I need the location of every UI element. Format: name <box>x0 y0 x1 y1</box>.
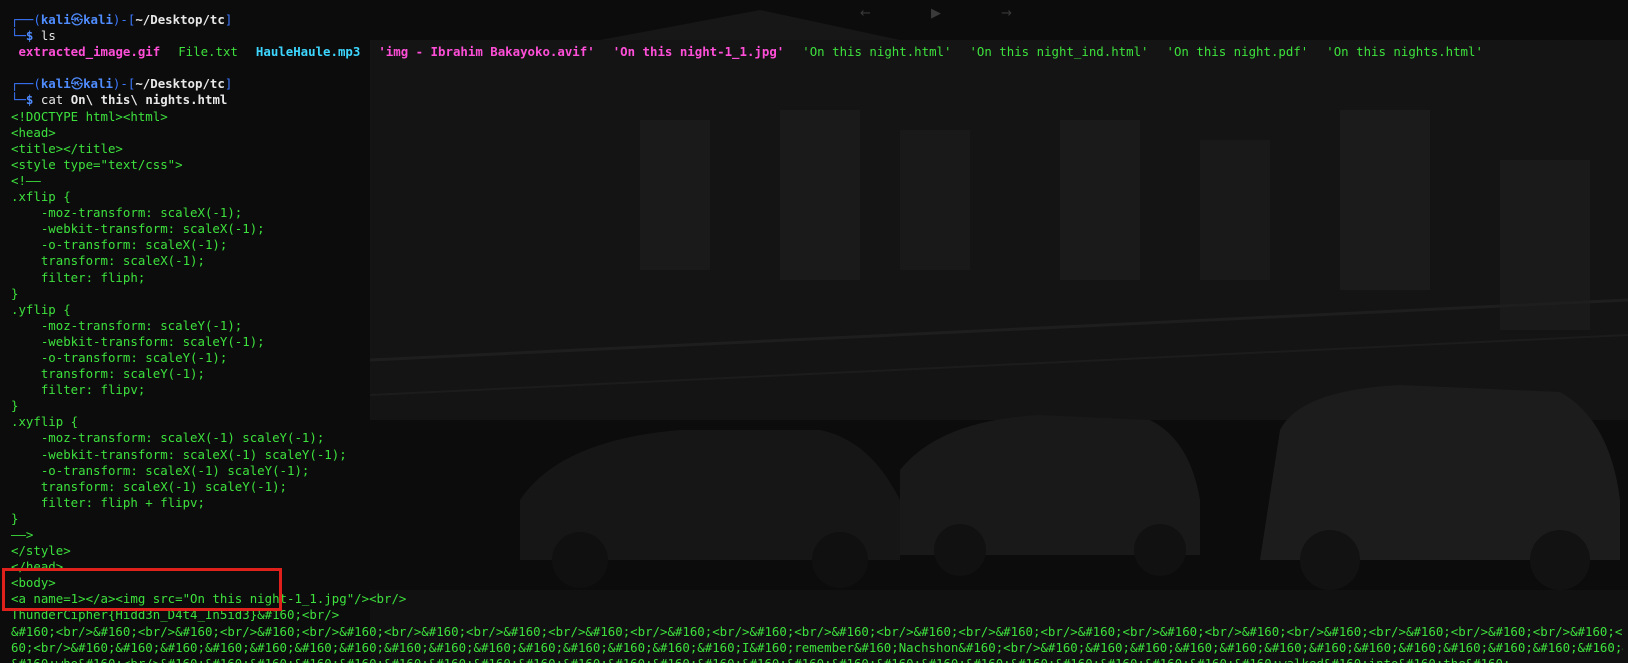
output-line: </head> <box>11 559 64 575</box>
output-line: } <box>11 285 19 301</box>
output-line: transform: scaleY(-1); <box>11 366 205 382</box>
output-line: -o-transform: scaleX(-1) scaleY(-1); <box>11 462 310 478</box>
output-line: &#160;<br/>&#160;<br/>&#160;<br/>&#160;<… <box>11 623 1623 639</box>
output-line: -webkit-transform: scaleY(-1); <box>11 333 265 349</box>
terminal-window[interactable]: ← ▶ → ┌──(kali㉿kali)-[~/Desktop/tc] └─$ … <box>0 0 1628 663</box>
command-line-ls: └─$ ls <box>11 28 56 44</box>
output-line: -webkit-transform: scaleX(-1) scaleY(-1)… <box>11 446 347 462</box>
output-line: <style type="text/css"> <box>11 156 183 172</box>
output-line: <!DOCTYPE html><html> <box>11 108 168 124</box>
file-entry: 'On this night.html' <box>802 44 952 60</box>
file-entry: 'On this night-1_1.jpg' <box>612 44 785 60</box>
command-text: cat <box>40 92 64 108</box>
output-line: <head> <box>11 124 56 140</box>
command-line-cat: └─$ cat On\ this\ nights.html <box>11 92 228 108</box>
output-line: .xyflip { <box>11 414 79 430</box>
output-line: ThunderCipher{Hidd3n_D4t4_In5id3}&#160;<… <box>11 607 340 623</box>
output-line: </style> <box>11 543 71 559</box>
file-entry: HauleHaule.mp3 <box>255 44 361 60</box>
command-text: ls <box>40 28 56 44</box>
output-line: } <box>11 510 19 526</box>
output-line: } <box>11 398 19 414</box>
output-line: ——> <box>11 527 34 542</box>
ls-output-row: extracted_image.gif File.txt HauleHaule.mp… <box>11 44 1623 60</box>
file-entry: File.txt <box>178 44 238 60</box>
file-entry: 'On this night_ind.html' <box>969 44 1149 60</box>
output-line: .xflip { <box>11 189 71 205</box>
output-line: transform: scaleX(-1); <box>11 253 205 269</box>
output-line: -moz-transform: scaleX(-1) scaleY(-1); <box>11 430 325 446</box>
prompt-line-2: ┌──(kali㉿kali)-[~/Desktop/tc] <box>11 76 233 92</box>
file-entry: 'img - Ibrahim Bakayoko.avif' <box>378 44 595 60</box>
prompt-line-1: ┌──(kali㉿kali)-[~/Desktop/tc] <box>11 12 233 27</box>
output-line: <a name=1></a><img src="On this night-1_… <box>11 591 407 607</box>
output-line: -o-transform: scaleX(-1); <box>11 237 228 253</box>
output-line: &#160;who&#160;<br/>&#160;&#160;&#160;&#… <box>11 656 1623 663</box>
output-line: filter: fliph + flipv; <box>11 494 205 510</box>
output-line: -webkit-transform: scaleX(-1); <box>11 221 265 237</box>
terminal-output: ┌──(kali㉿kali)-[~/Desktop/tc] └─$ ls ext… <box>11 12 1623 663</box>
output-line: transform: scaleX(-1) scaleY(-1); <box>11 478 288 494</box>
output-line: filter: flipv; <box>11 382 146 398</box>
output-line: <body> <box>11 575 56 591</box>
file-entry: 'On this nights.html' <box>1326 44 1483 60</box>
command-argument: On\ this\ nights.html <box>70 92 228 108</box>
output-line: .yflip { <box>11 301 71 317</box>
output-line: filter: fliph; <box>11 269 146 285</box>
cat-output: <!DOCTYPE html><html> <head> <title></titl… <box>11 109 1623 663</box>
output-line: <title></title> <box>11 140 123 156</box>
output-line: -o-transform: scaleY(-1); <box>11 349 228 365</box>
output-line: -moz-transform: scaleY(-1); <box>11 317 243 333</box>
file-entry: extracted_image.gif <box>18 44 161 60</box>
output-line: 60;<br/>&#160;&#160;&#160;&#160;&#160;&#… <box>11 639 1623 655</box>
file-entry: 'On this night.pdf' <box>1166 44 1309 60</box>
output-line: -moz-transform: scaleX(-1); <box>11 205 243 221</box>
output-line: <!—— <box>11 172 41 188</box>
